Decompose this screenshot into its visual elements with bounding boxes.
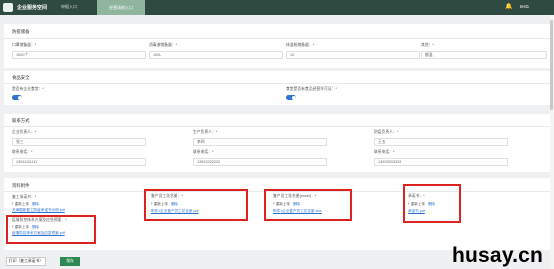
field-label: 其他：* (421, 43, 434, 47)
nav-item-apply[interactable]: 申报入口 (61, 4, 77, 10)
field-label: 企业负责人：* (12, 130, 37, 134)
nav-item-venue[interactable]: 经营场地入口 (97, 0, 145, 15)
canteen-toggle[interactable] (12, 95, 22, 100)
epidemic-phone-input[interactable]: 13933333333 (374, 158, 508, 166)
field-label: 体温枪储备量：* (286, 43, 315, 47)
attachment-label: 复工承诺书：* (12, 195, 37, 199)
production-phone-input[interactable]: 13922222222 (193, 158, 327, 166)
field-label: 防疫负责人：* (374, 130, 399, 134)
section-title: 食品安全 (12, 75, 30, 80)
section-title: 联系方式 (12, 118, 30, 123)
reupload-button[interactable]: ⤒ 重新上传 删除 (12, 202, 39, 207)
section-contact: 联系方式 企业负责人：* 张三 生产负责人：* 李四 防疫负责人：* 王五 联系… (4, 114, 550, 172)
food-license-toggle[interactable] (286, 95, 296, 100)
field-label: 联系电话：* (12, 150, 33, 154)
save-button[interactable]: 保存 (60, 257, 80, 266)
company-phone-input[interactable]: 13911111111 (12, 158, 146, 166)
other-stock-input[interactable]: 额温 (421, 51, 547, 59)
field-label: 口罩储备量：* (12, 43, 37, 47)
highlight-box (6, 215, 96, 244)
section-stock: 防疫储备 口罩储备量：* 1000个 消毒液储备量：* 100L 体温枪储备量：… (4, 24, 550, 68)
highlight-box (403, 184, 461, 223)
field-label: 食堂是否有食品经营许可证：* (286, 87, 337, 91)
disinfectant-stock-input[interactable]: 100L (149, 51, 283, 59)
section-title: 防疫储备 (12, 29, 30, 34)
user-name[interactable]: test1 (520, 4, 529, 9)
bell-icon[interactable]: 🔔 (505, 4, 512, 11)
section-title: 资料附件 (12, 183, 30, 188)
delete-button[interactable]: 删除 (32, 202, 39, 206)
highlight-box (264, 189, 352, 221)
field-label: 联系电话：* (193, 150, 214, 154)
app-title: 企业服务空间 (17, 5, 48, 11)
production-leader-input[interactable]: 李四 (193, 138, 327, 146)
thermometer-stock-input[interactable]: 10 (286, 51, 420, 59)
field-label: 联系电话：* (374, 150, 395, 154)
print-button[interactable]: 打印（复工承诺书） (6, 257, 46, 266)
section-food-safety: 食品安全 是否有企业食堂：* 食堂是否有食品经营许可证：* (4, 71, 550, 105)
field-label: 消毒液储备量：* (149, 43, 178, 47)
highlight-box (144, 189, 248, 221)
app-logo (3, 3, 13, 12)
epidemic-leader-input[interactable]: 王五 (374, 138, 508, 146)
top-bar: 企业服务空间 申报入口 经营场地入口 🔔 test1 (0, 0, 554, 15)
scrollbar-thumb[interactable] (550, 20, 553, 110)
field-label: 是否有企业食堂：* (12, 87, 44, 91)
field-label: 生产负责人：* (193, 130, 218, 134)
mask-stock-input[interactable]: 1000个 (12, 51, 146, 59)
attachment-file-link[interactable]: 天津国新复工防疫承诺书示例.pdf (12, 208, 65, 213)
watermark-text: husay.cn (452, 244, 544, 267)
company-leader-input[interactable]: 张三 (12, 138, 146, 146)
